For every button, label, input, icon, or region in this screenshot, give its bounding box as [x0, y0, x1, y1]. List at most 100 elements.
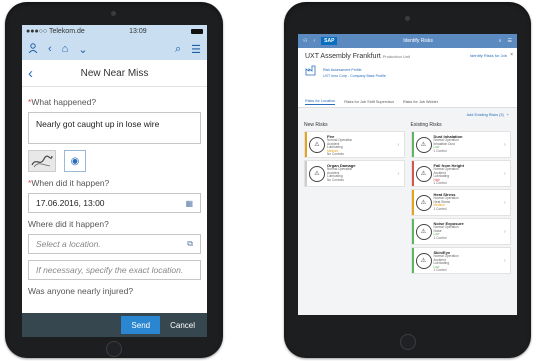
back-arrow-icon[interactable]: ‹: [313, 38, 315, 44]
sap-logo: SAP: [321, 37, 338, 45]
profile-label: Risk Assessment Profile: [323, 68, 362, 72]
chevron-down-icon[interactable]: ⌄: [78, 43, 87, 56]
home-button[interactable]: [106, 341, 122, 357]
page-header: ‹ New Near Miss: [22, 60, 207, 87]
risk-controls-status: 1 Control: [433, 181, 447, 186]
where-label: Where did it happen?: [28, 219, 109, 229]
risk-card[interactable]: ⚠ Dust Inhalation Normal Operation Inhalati…: [410, 131, 511, 158]
chevron-right-icon: ›: [504, 257, 506, 264]
risk-controls-status: 1 Control: [433, 268, 447, 273]
object-header: UXT Assembly Frankfurt Production Unit I…: [298, 48, 517, 96]
near-miss-form: *What happened? Nearly got caught up in …: [22, 87, 207, 296]
risk-card[interactable]: ⚠ Fall from Height Normal Operation Acciden…: [410, 160, 511, 187]
near-miss-screen: ●●●○○ Telekom.de 13:09 ‹ ⌂ ⌄ ⌕ ☰ ‹ New N…: [22, 25, 207, 337]
what-label: *What happened?: [28, 97, 97, 107]
add-photo-icon[interactable]: ◉: [64, 150, 86, 172]
chevron-right-icon: ›: [504, 199, 506, 206]
tab-shift-supervisor[interactable]: Risks for Job Shift Supervisor: [344, 100, 394, 104]
cancel-button[interactable]: Cancel: [164, 316, 201, 334]
close-icon[interactable]: ×: [510, 52, 513, 58]
send-button[interactable]: Send: [121, 316, 161, 334]
status-bar: ●●●○○ Telekom.de 13:09: [22, 25, 207, 38]
identify-risks-screen: ⚇ ‹ SAP Identify Risks ⌕ ☰ UXT Assembly …: [298, 34, 517, 315]
footer-bar: Send Cancel: [22, 313, 207, 337]
chevron-right-icon: ›: [397, 141, 400, 148]
risk-card[interactable]: ⚠ Heat Stress Normal Operation Heat Stress M…: [410, 189, 511, 216]
new-risks-heading: New Risks: [304, 122, 328, 128]
user-icon[interactable]: ⚇: [303, 38, 307, 44]
chevron-right-icon: ›: [397, 170, 400, 177]
home-icon[interactable]: ⌂: [62, 43, 69, 55]
location-placeholder: Select a location.: [36, 239, 101, 249]
user-icon[interactable]: [28, 42, 38, 56]
hazard-icon: ⚠: [307, 161, 327, 186]
when-label: *When did it happen?: [28, 178, 110, 188]
risk-controls-status: 1 Control: [433, 235, 447, 240]
factory-icon: [305, 65, 316, 76]
risk-details: Noise Exposure Normal Operation Noise Low 1 …: [434, 219, 505, 244]
risk-details: Heat Stress Normal Operation Heat Stress Me…: [434, 190, 505, 215]
camera-dot: [405, 16, 410, 21]
chevron-right-icon: ›: [504, 228, 506, 235]
exact-location-placeholder: If necessary, specify the exact location…: [36, 265, 184, 275]
date-time-value: 17.06.2016, 13:00: [36, 198, 105, 208]
search-icon[interactable]: ⌕: [175, 43, 181, 56]
search-icon[interactable]: ⌕: [499, 38, 502, 44]
risk-details: Skin/Eye Normal Operation Accident Lubricat…: [434, 248, 505, 273]
what-happened-textarea[interactable]: Nearly got caught up in lose wire: [28, 112, 201, 144]
hazard-icon: ⚠: [414, 161, 434, 186]
injured-label: Was anyone nearly injured?: [28, 286, 134, 296]
hazard-icon: ⚠: [414, 132, 434, 157]
add-icon[interactable]: +: [507, 113, 509, 117]
value-help-icon[interactable]: ⧉: [187, 239, 193, 249]
app-toolbar: ‹ ⌂ ⌄ ⌕ ☰: [22, 38, 207, 60]
risk-card[interactable]: ⚠ Skin/Eye Normal Operation Accident Lubrica…: [410, 247, 511, 274]
hazard-icon: ⚠: [307, 132, 327, 157]
clock-label: 13:09: [129, 28, 147, 35]
risk-details: Dust Inhalation Normal Operation Inhalatio…: [434, 132, 505, 157]
attachments-row: ◉: [28, 150, 201, 172]
location-select[interactable]: Select a location. ⧉: [28, 234, 201, 254]
page-title: New Near Miss: [80, 67, 149, 79]
chevron-right-icon: ›: [504, 170, 506, 177]
risk-controls-status: 1 Control: [433, 206, 447, 211]
nav-back-icon[interactable]: ‹: [22, 65, 48, 82]
add-existing-bar: Add Existing Risks (3) +: [298, 108, 517, 122]
menu-icon[interactable]: ☰: [191, 43, 201, 56]
risk-controls-status: No Controls: [327, 177, 344, 182]
risk-tabs: Risks for Location Risks for Job Shift S…: [298, 96, 517, 108]
risk-details: Fire Normal Operation Accident Lubricating M…: [327, 132, 398, 157]
risk-card[interactable]: ⚠ Organ Damage Normal Operation Accident Lub…: [304, 160, 405, 187]
tab-location[interactable]: Risks for Location: [305, 99, 336, 105]
new-risks-column: New Risks ⚠ Fire Normal Operation Accident L…: [304, 122, 405, 276]
camera-dot: [111, 11, 116, 16]
hazard-icon: ⚠: [414, 219, 434, 244]
risk-details: Fall from Height Normal Operation Accident…: [434, 161, 505, 186]
risk-controls-status: No Controls: [327, 152, 344, 157]
shell-title[interactable]: Identify Risks: [343, 38, 492, 44]
chevron-right-icon: ›: [504, 141, 506, 148]
carrier-label: ●●●○○ Telekom.de: [26, 28, 85, 35]
shell-bar: ⚇ ‹ SAP Identify Risks ⌕ ☰: [298, 34, 517, 48]
add-existing-link[interactable]: Add Existing Risks (3): [467, 113, 504, 117]
risk-card[interactable]: ⚠ Noise Exposure Normal Operation Noise Low 1…: [410, 218, 511, 245]
risk-card[interactable]: ⚠ Fire Normal Operation Accident Lubricating…: [304, 131, 405, 158]
date-time-field[interactable]: 17.06.2016, 13:00 ▦: [28, 193, 201, 213]
photo-thumbnail[interactable]: [28, 150, 56, 172]
back-arrow-icon[interactable]: ‹: [48, 43, 52, 55]
tab-welder[interactable]: Risks for Job Welder: [403, 100, 438, 104]
home-button[interactable]: [400, 334, 416, 350]
risk-controls-status: 1 Control: [433, 148, 447, 153]
battery-icon: [190, 29, 203, 34]
exact-location-input[interactable]: If necessary, specify the exact location…: [28, 260, 201, 280]
calendar-icon[interactable]: ▦: [185, 199, 193, 208]
risk-details: Organ Damage Normal Operation Accident Lubr…: [327, 161, 398, 186]
identify-risks-link[interactable]: Identify Risks for Job: [470, 53, 507, 58]
risk-columns: New Risks ⚠ Fire Normal Operation Accident L…: [298, 122, 517, 276]
hazard-icon: ⚠: [414, 190, 434, 215]
profile-link[interactable]: UXT Inno Corp - Company Base Profile: [323, 74, 386, 78]
hazard-icon: ⚠: [414, 248, 434, 273]
menu-icon[interactable]: ☰: [508, 38, 512, 44]
existing-risks-heading: Existing Risks: [410, 122, 442, 128]
existing-risks-column: Existing Risks ⚠ Dust Inhalation Normal Op…: [410, 122, 511, 276]
